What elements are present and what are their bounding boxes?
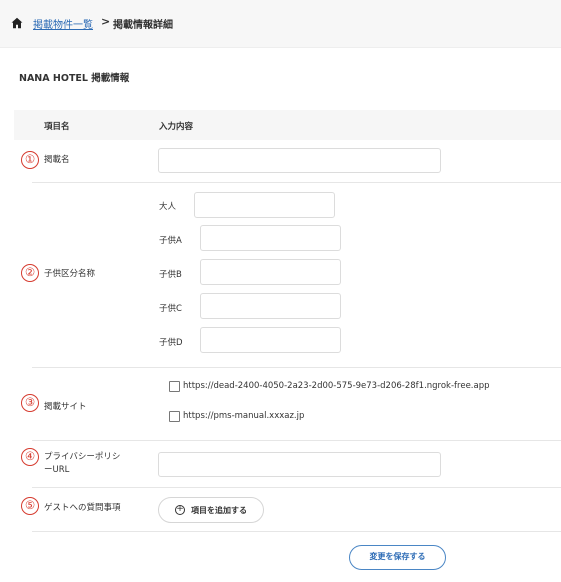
page-title: NANA HOTEL 掲載情報 xyxy=(19,73,130,84)
row-number-3: ③ xyxy=(21,394,39,412)
child-a-label: 子供A xyxy=(159,236,182,246)
child-c-input[interactable] xyxy=(200,293,341,319)
home-icon[interactable] xyxy=(11,17,23,29)
listing-name-label: 掲載名 xyxy=(44,155,70,165)
site-checkbox-2[interactable] xyxy=(169,411,180,422)
breadcrumb-separator: > xyxy=(101,15,111,28)
plus-circle-icon: + xyxy=(175,504,185,515)
site-checkbox-1[interactable] xyxy=(169,381,180,392)
child-b-label: 子供B xyxy=(159,270,182,280)
breadcrumb-current: 掲載情報詳細 xyxy=(113,20,173,31)
table-header xyxy=(14,110,561,140)
save-changes-button[interactable]: 変更を保存する xyxy=(349,545,446,570)
listing-name-input[interactable] xyxy=(158,148,441,173)
row-number-5: ⑤ xyxy=(21,497,39,515)
row-divider xyxy=(32,367,561,368)
child-d-label: 子供D xyxy=(159,338,183,348)
child-d-input[interactable] xyxy=(200,327,341,353)
child-a-input[interactable] xyxy=(200,225,341,251)
row-divider xyxy=(32,440,561,441)
adult-input[interactable] xyxy=(194,192,335,218)
child-c-label: 子供C xyxy=(159,304,182,314)
site-url-1: https://dead-2400-4050-2a23-2d00-575-9e7… xyxy=(183,381,490,391)
privacy-policy-label-line2: ーURL xyxy=(44,465,70,475)
adult-label: 大人 xyxy=(159,202,177,212)
guest-questions-label: ゲストへの質問事項 xyxy=(44,503,121,513)
site-url-2: https://pms-manual.xxxaz.jp xyxy=(183,411,305,421)
listing-site-label: 掲載サイト xyxy=(44,402,87,412)
row-number-2: ② xyxy=(21,264,39,282)
header-item-name: 項目名 xyxy=(44,122,70,132)
row-divider xyxy=(32,531,561,532)
row-divider xyxy=(32,182,561,183)
header-input-content: 入力内容 xyxy=(159,122,194,132)
row-number-1: ① xyxy=(21,151,39,169)
row-number-4: ④ xyxy=(21,448,39,466)
add-item-button[interactable]: + 項目を追加する xyxy=(158,497,264,523)
breadcrumb-link-listing[interactable]: 掲載物件一覧 xyxy=(33,16,93,31)
privacy-policy-label-line1: プライバシーポリシ xyxy=(44,452,121,462)
row-divider xyxy=(32,487,561,488)
child-b-input[interactable] xyxy=(200,259,341,285)
child-category-label: 子供区分名称 xyxy=(44,269,96,279)
breadcrumb-bar: 掲載物件一覧 > 掲載情報詳細 xyxy=(0,0,561,48)
privacy-policy-url-input[interactable] xyxy=(158,452,441,477)
add-item-label: 項目を追加する xyxy=(191,506,247,515)
